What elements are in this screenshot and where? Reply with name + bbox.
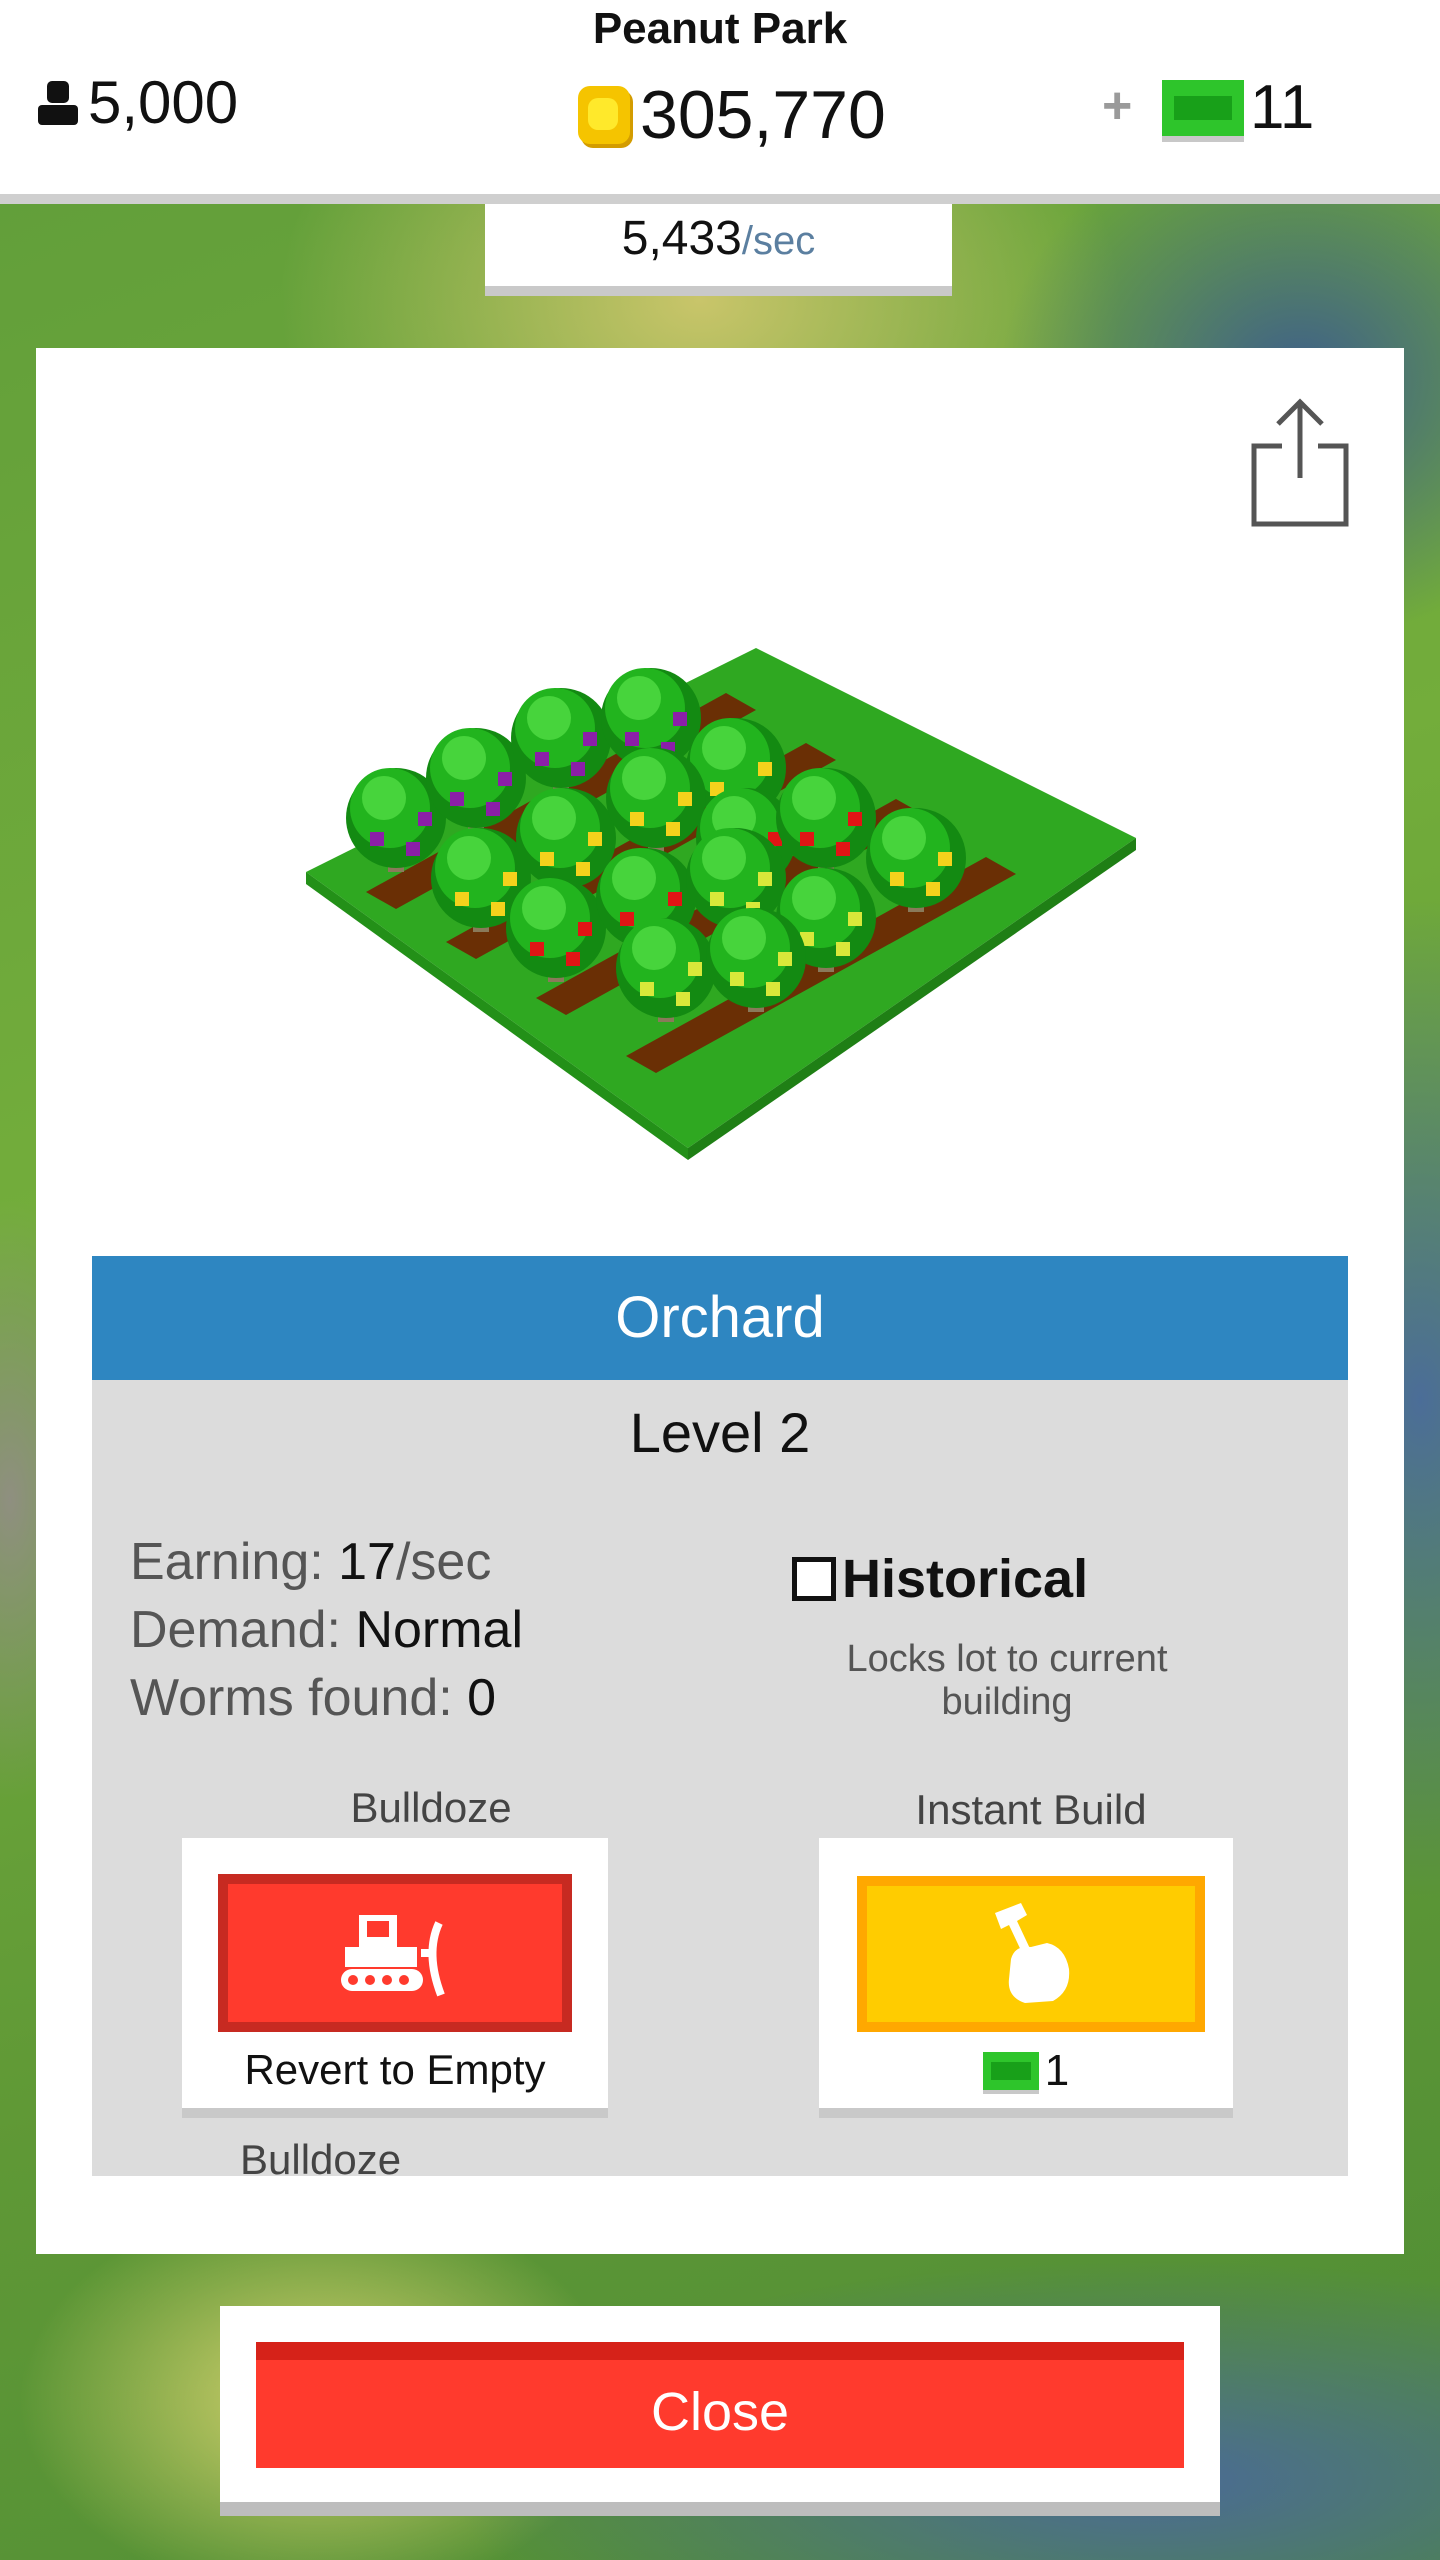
bulldoze-button[interactable]: [218, 1874, 572, 2032]
bulldoze-title: Bulldoze: [350, 1784, 512, 1831]
building-stats: Earning: 17/sec Demand: Normal Worms fou…: [130, 1528, 523, 1732]
earning-row: Earning: 17/sec: [130, 1528, 523, 1596]
park-name[interactable]: Peanut Park: [0, 4, 1440, 54]
worms-row: Worms found: 0: [130, 1664, 523, 1732]
instant-build-button[interactable]: [857, 1876, 1205, 2032]
person-icon: [38, 80, 78, 125]
building-level: Level 2: [629, 1401, 811, 1464]
coin-value: 305,770: [640, 77, 886, 153]
orchard-illustration: [306, 648, 1136, 1160]
income-rate-unit: /sec: [741, 219, 816, 263]
coin-icon: [578, 86, 630, 144]
checkbox-icon[interactable]: [792, 1557, 836, 1601]
bulldoze-card: Revert to Empty: [182, 1838, 608, 2108]
income-rate-value: 5,433: [621, 212, 742, 265]
historical-checkbox[interactable]: Historical: [792, 1548, 1088, 1610]
demand-row: Demand: Normal: [130, 1596, 523, 1664]
population-value: 5,000: [88, 69, 239, 136]
buy-cash-plus-button[interactable]: +: [1102, 76, 1132, 136]
close-button[interactable]: Close: [256, 2342, 1184, 2468]
demand-label: Demand:: [130, 1601, 341, 1659]
earning-label: Earning:: [130, 1533, 324, 1591]
instant-build-cost: 1: [819, 2046, 1233, 2096]
worms-label: Worms found:: [130, 1669, 453, 1727]
bulldoze-label: Bulldoze: [240, 2136, 402, 2183]
bulldozer-icon: [341, 1915, 445, 1997]
building-name-bar: Orchard: [92, 1256, 1348, 1380]
instant-build-card: 1: [819, 1838, 1233, 2108]
income-rate-tab: 5,433/sec: [485, 204, 952, 296]
worms-value: 0: [467, 1669, 497, 1727]
cash-icon: [1162, 79, 1244, 136]
cash-icon: [982, 2052, 1039, 2090]
demand-value: Normal: [355, 1601, 524, 1659]
cash-value: 11: [1250, 73, 1315, 142]
coin-display: 305,770: [578, 76, 886, 154]
instant-build-cost-value: 1: [1044, 2046, 1070, 2095]
population-display: 5,000: [36, 68, 238, 137]
hammer-hand-icon: [995, 1903, 1070, 2003]
share-icon[interactable]: [1248, 398, 1352, 528]
instant-build-title: Instant Build: [915, 1786, 1147, 1833]
earning-unit: /sec: [395, 1533, 492, 1591]
earning-value: 17: [338, 1533, 396, 1591]
historical-label: Historical: [842, 1549, 1089, 1609]
historical-description: Locks lot to current building: [846, 1638, 1168, 1723]
cash-display[interactable]: 11: [1162, 72, 1314, 143]
top-bar: Peanut Park 5,000 305,770 + 11: [0, 0, 1440, 204]
revert-to-empty-label[interactable]: Revert to Empty: [182, 2046, 608, 2094]
close-card: Close: [220, 2306, 1220, 2502]
building-info-modal: Orchard Level 2 Earning: 17/sec Demand: …: [36, 348, 1404, 2254]
